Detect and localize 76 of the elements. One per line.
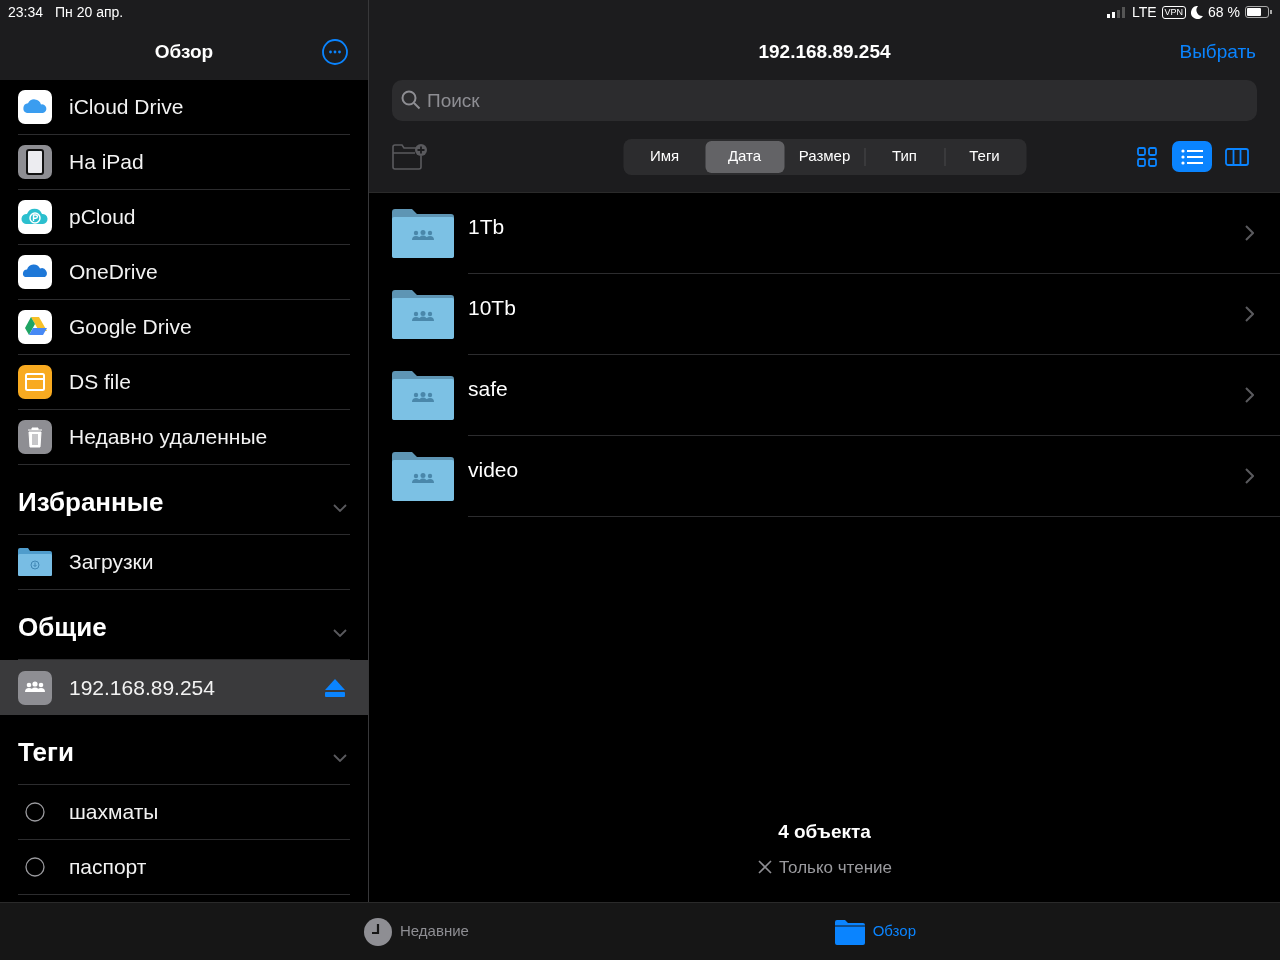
folder-row[interactable]: 10Tb [369,274,1280,355]
cloud-icon [18,200,52,234]
tablet-icon [18,145,52,179]
folder-icon [18,548,52,576]
sidebar-item[interactable]: Недавно удаленные [0,410,368,465]
folder-icon [18,365,52,399]
item-count: 4 объекта [778,820,871,844]
folder-name: 10Tb [468,295,516,321]
more-button[interactable] [322,39,348,65]
shared-folder-icon [392,451,454,501]
folder-icon [834,918,865,945]
sort-tab[interactable]: Тип [865,140,944,173]
network-type: LTE [1131,2,1157,22]
tab-bar-item[interactable]: Недавние [364,917,469,946]
new-folder-icon[interactable] [392,143,428,170]
triangle-logo-icon [18,310,52,344]
folder-row[interactable]: safe [369,355,1280,436]
search-icon [401,90,421,110]
chevron-right-icon [1245,306,1254,322]
view-mode-button[interactable] [1172,141,1212,172]
battery-icon [1245,6,1272,18]
battery-percent: 68 % [1208,2,1240,22]
sort-tab[interactable]: Дата [705,140,784,173]
trash-icon [18,420,52,454]
select-button[interactable]: Выбрать [1179,37,1256,67]
chevron-right-icon [1245,387,1254,403]
tag-circle-icon [25,802,45,822]
section-header: Теги [18,736,74,769]
search-field[interactable]: Поиск [392,80,1257,121]
chevron-down-icon[interactable] [333,629,347,637]
sidebar-item[interactable]: шахматы [0,785,368,840]
sidebar-item[interactable]: iCloud Drive [0,80,368,135]
cloud-icon [18,90,52,124]
shared-folder-icon [392,208,454,258]
clock-time: 23:34 [8,2,44,22]
sidebar-item[interactable]: Google Drive [0,300,368,355]
read-only-status: Только чтение [779,856,892,879]
shared-folder-icon [392,289,454,339]
folder-name: 1Tb [468,214,505,240]
sidebar-item[interactable]: 192.168.89.254 [0,660,368,715]
moon-icon [1191,5,1204,19]
cloud-icon [18,255,52,289]
sort-tab[interactable]: Размер [785,140,864,173]
folder-name: safe [468,376,508,402]
signal-icon [1106,6,1127,18]
tag-circle-icon [25,857,45,877]
sidebar-item[interactable]: OneDrive [0,245,368,300]
sort-segmented-control[interactable]: Имя Дата Размер Тип Теги [623,138,1026,175]
sort-tab[interactable]: Имя [625,140,704,173]
sidebar-item[interactable]: pCloud [0,190,368,245]
grid-icon [1137,146,1157,167]
folder-row[interactable]: 1Tb [369,193,1280,274]
section-header: Избранные [18,486,164,519]
date-text: Пн 20 апр. [55,2,124,22]
shared-folder-icon [392,370,454,420]
sidebar-item[interactable]: DS file [0,355,368,410]
eject-icon[interactable] [325,678,345,697]
section-header: Общие [18,611,107,644]
folder-name: video [468,457,519,483]
chevron-down-icon[interactable] [333,754,347,762]
columns-icon [1225,147,1249,166]
clock-icon [364,917,392,946]
list-icon [1181,148,1203,165]
chevron-right-icon [1245,225,1254,241]
sidebar-item[interactable]: паспорт [0,840,368,895]
sort-tab[interactable]: Теги [945,140,1024,173]
sidebar-item[interactable]: Загрузки [0,535,368,590]
tab-bar-item[interactable]: Обзор [834,917,916,946]
people-icon [18,670,52,705]
folder-row[interactable]: video [369,436,1280,517]
chevron-down-icon[interactable] [333,504,347,512]
chevron-right-icon [1245,468,1254,484]
sidebar-item[interactable]: На iPad [0,135,368,190]
vpn-badge: VPN [1161,5,1187,19]
folder-title: 192.168.89.254 [758,39,891,64]
sidebar-title: Обзор [154,39,214,64]
